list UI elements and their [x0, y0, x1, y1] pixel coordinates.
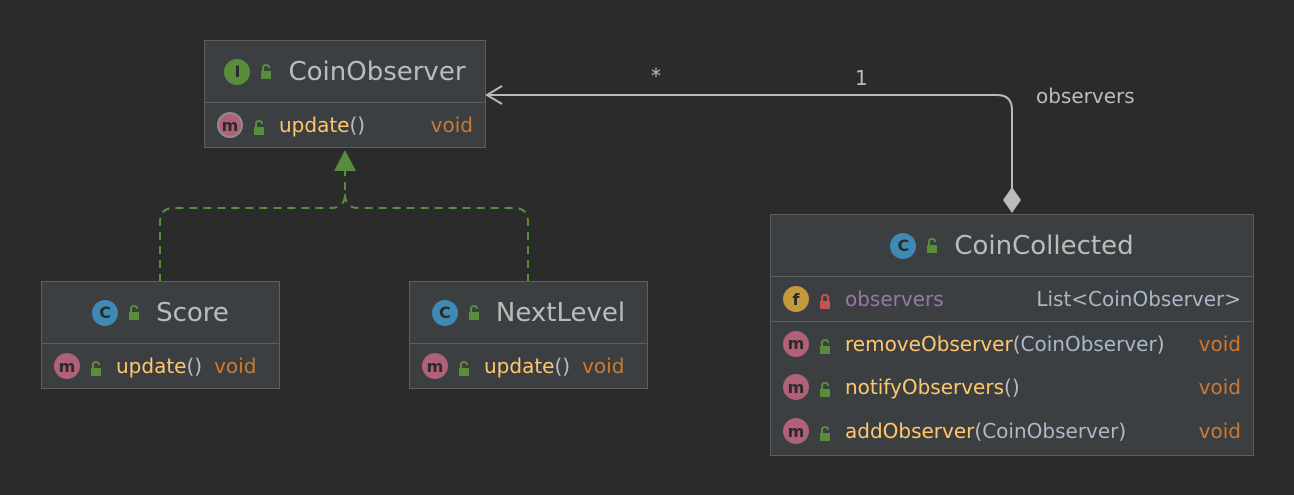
class-name: NextLevel [495, 297, 626, 328]
return-type: void [1198, 331, 1241, 356]
class-box-coincollected[interactable]: C CoinCollected f observers List<CoinObs… [770, 214, 1254, 456]
public-lock-icon [126, 304, 142, 321]
return-type: void [582, 354, 625, 378]
public-lock-icon [251, 117, 267, 135]
method-name: update [484, 354, 555, 378]
method-params: () [186, 354, 203, 378]
public-lock-icon [466, 304, 482, 321]
method-open-paren: ( [1004, 375, 1012, 399]
multiplicity-source: * [651, 64, 661, 88]
method-icon: m [783, 374, 809, 400]
method-param: CoinObserver [1020, 331, 1157, 356]
method-icon: m [783, 330, 809, 357]
method-param: CoinObserver [982, 419, 1119, 443]
class-header: I CoinObserver [205, 41, 485, 103]
class-box-nextlevel[interactable]: C NextLevel m update() void [409, 281, 648, 389]
method-row[interactable]: m update() void [205, 103, 485, 147]
method-params: () [554, 354, 571, 378]
field-name: observers [845, 287, 944, 311]
method-row[interactable]: m addObserver(CoinObserver) void [771, 409, 1253, 453]
public-lock-icon [817, 379, 833, 397]
method-row[interactable]: m update() void [410, 344, 647, 388]
method-icon: m [217, 112, 243, 138]
realization-line-score[interactable] [159, 170, 346, 282]
method-row[interactable]: m update() void [42, 344, 279, 388]
composition-diamond [1003, 187, 1021, 213]
method-params: () [349, 113, 366, 137]
method-open-paren: ( [974, 419, 983, 443]
public-lock-icon [88, 358, 104, 376]
method-close-paren: ) [1156, 331, 1165, 356]
class-icon: C [890, 232, 917, 259]
return-type: void [1198, 419, 1241, 443]
class-header: C CoinCollected [771, 215, 1253, 277]
association-line[interactable] [488, 94, 1013, 190]
method-name: addObserver [845, 419, 975, 443]
class-box-score[interactable]: C Score m update() void [41, 281, 280, 389]
method-name: update [116, 354, 187, 378]
public-lock-icon [258, 63, 274, 80]
role-label: observers [1036, 84, 1135, 108]
return-type: void [430, 113, 473, 137]
multiplicity-target: 1 [855, 66, 868, 90]
method-row[interactable]: m notifyObservers() void [771, 365, 1253, 409]
method-icon: m [422, 353, 448, 379]
class-name: CoinCollected [954, 230, 1134, 261]
return-type: void [1198, 375, 1241, 399]
public-lock-icon [817, 423, 833, 441]
method-icon: m [54, 353, 80, 379]
method-icon: m [783, 418, 809, 444]
class-icon: C [431, 299, 458, 326]
method-close-paren: ) [1011, 375, 1020, 399]
return-type: void [214, 354, 257, 378]
method-name: notifyObservers [845, 375, 1005, 399]
field-row[interactable]: f observers List<CoinObserver> [771, 277, 1253, 321]
private-lock-icon [817, 291, 833, 309]
method-name: update [279, 113, 350, 137]
public-lock-icon [817, 336, 833, 354]
interface-icon: I [224, 58, 251, 85]
class-name: CoinObserver [288, 56, 466, 87]
method-open-paren: ( [1012, 331, 1021, 356]
method-close-paren: ) [1118, 419, 1127, 443]
field-icon: f [783, 286, 809, 312]
field-type: List<CoinObserver> [1036, 287, 1241, 311]
class-name: Score [156, 297, 229, 328]
method-name: removeObserver [845, 331, 1013, 356]
class-box-coinobserver[interactable]: I CoinObserver m update() void [204, 40, 486, 148]
realization-arrowhead [334, 150, 356, 171]
public-lock-icon [456, 358, 472, 376]
class-header: C Score [42, 282, 279, 344]
method-row[interactable]: m removeObserver(CoinObserver) void [771, 321, 1253, 365]
class-header: C NextLevel [410, 282, 647, 344]
uml-class-diagram: * 1 observers I CoinObserver m update() … [0, 0, 1294, 495]
public-lock-icon [924, 237, 940, 254]
class-icon: C [92, 299, 119, 326]
realization-line-nextlevel[interactable] [344, 193, 529, 282]
